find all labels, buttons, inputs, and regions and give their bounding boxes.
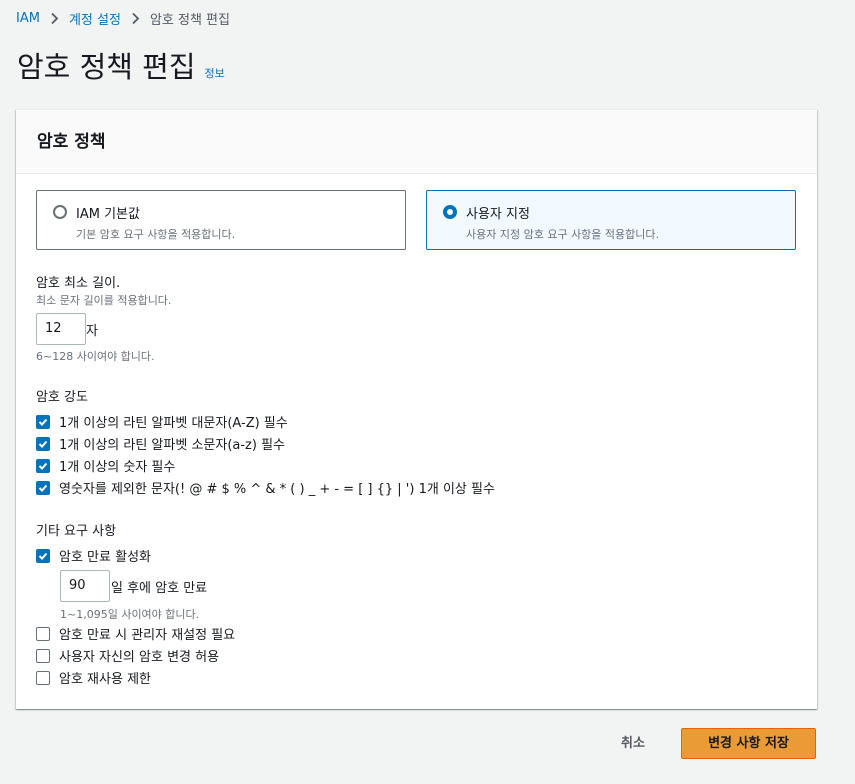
radio-button[interactable]: [53, 205, 67, 219]
min-length-input[interactable]: 12: [36, 313, 86, 345]
policy-option-label: 사용자 지정: [466, 207, 530, 222]
min-length-description: 최소 문자 길이를 적용합니다.: [36, 294, 172, 307]
expiration-days-suffix: 일 후에 암호 만료: [111, 581, 208, 596]
checkbox-checked[interactable]: [36, 548, 50, 563]
checkbox-label: 암호 재사용 제한: [59, 672, 151, 687]
password-policy-card: 암호 정책 IAM 기본값 기본 암호 요구 사항을 적용합니다. 사용자 지정…: [16, 109, 817, 709]
expiration-days-input[interactable]: 90: [60, 570, 110, 602]
save-changes-button[interactable]: 변경 사항 저장: [681, 728, 816, 759]
min-length-label: 암호 최소 길이.: [36, 276, 121, 291]
page-header: 암호 정책 편집 정보: [17, 44, 225, 86]
breadcrumb: IAM 계정 설정 암호 정책 편집: [16, 9, 230, 28]
min-length-unit: 자: [86, 324, 98, 339]
chevron-right-icon: [131, 12, 140, 25]
checkbox-label: 사용자 자신의 암호 변경 허용: [59, 650, 220, 665]
card-header: 암호 정책: [16, 110, 817, 174]
policy-option-description: 기본 암호 요구 사항을 적용합니다.: [76, 228, 236, 241]
policy-option-iam-default[interactable]: IAM 기본값 기본 암호 요구 사항을 적용합니다.: [36, 190, 406, 250]
checkbox-checked[interactable]: [36, 458, 50, 473]
enable-expiration-option[interactable]: 암호 만료 활성화: [36, 546, 151, 565]
card-title: 암호 정책: [37, 132, 106, 152]
checkbox-label: 영숫자를 제외한 문자(! @ # $ % ^ & * ( ) _ + - = …: [59, 482, 495, 497]
strength-option-symbol[interactable]: 영숫자를 제외한 문자(! @ # $ % ^ & * ( ) _ + - = …: [36, 478, 495, 497]
cancel-button[interactable]: 취소: [604, 728, 662, 759]
strength-option-lowercase[interactable]: 1개 이상의 라틴 알파벳 소문자(a-z) 필수: [36, 434, 285, 453]
checkbox-label: 1개 이상의 숫자 필수: [59, 460, 176, 475]
policy-option-description: 사용자 지정 암호 요구 사항을 적용합니다.: [466, 228, 660, 241]
checkbox-checked[interactable]: [36, 480, 50, 495]
strength-label: 암호 강도: [36, 390, 88, 405]
other-requirements-label: 기타 요구 사항: [36, 524, 117, 539]
checkbox-unchecked[interactable]: [36, 626, 50, 641]
checkbox-checked[interactable]: [36, 414, 50, 429]
admin-reset-option[interactable]: 암호 만료 시 관리자 재설정 필요: [36, 624, 235, 643]
checkbox-unchecked[interactable]: [36, 648, 50, 663]
policy-option-label: IAM 기본값: [76, 207, 140, 222]
page-title: 암호 정책 편집: [17, 50, 196, 84]
breadcrumb-current: 암호 정책 편집: [149, 13, 230, 28]
checkbox-label: 암호 만료 시 관리자 재설정 필요: [59, 628, 236, 643]
radio-button-selected[interactable]: [443, 205, 457, 219]
checkbox-label: 1개 이상의 라틴 알파벳 소문자(a-z) 필수: [59, 438, 285, 453]
strength-option-uppercase[interactable]: 1개 이상의 라틴 알파벳 대문자(A-Z) 필수: [36, 412, 288, 431]
chevron-right-icon: [50, 12, 59, 25]
breadcrumb-iam[interactable]: IAM: [16, 11, 40, 26]
checkbox-unchecked[interactable]: [36, 670, 50, 685]
allow-change-option[interactable]: 사용자 자신의 암호 변경 허용: [36, 646, 219, 665]
prevent-reuse-option[interactable]: 암호 재사용 제한: [36, 668, 151, 687]
checkbox-label: 암호 만료 활성화: [59, 550, 151, 565]
info-link[interactable]: 정보: [205, 65, 225, 81]
breadcrumb-account-settings[interactable]: 계정 설정: [69, 9, 121, 28]
strength-option-number[interactable]: 1개 이상의 숫자 필수: [36, 456, 175, 475]
checkbox-checked[interactable]: [36, 436, 50, 451]
expiration-days-hint: 1~1,095일 사이여야 합니다.: [60, 608, 200, 621]
min-length-hint: 6~128 사이여야 합니다.: [36, 350, 155, 363]
policy-option-custom[interactable]: 사용자 지정 사용자 지정 암호 요구 사항을 적용합니다.: [426, 190, 796, 250]
checkbox-label: 1개 이상의 라틴 알파벳 대문자(A-Z) 필수: [59, 416, 288, 431]
